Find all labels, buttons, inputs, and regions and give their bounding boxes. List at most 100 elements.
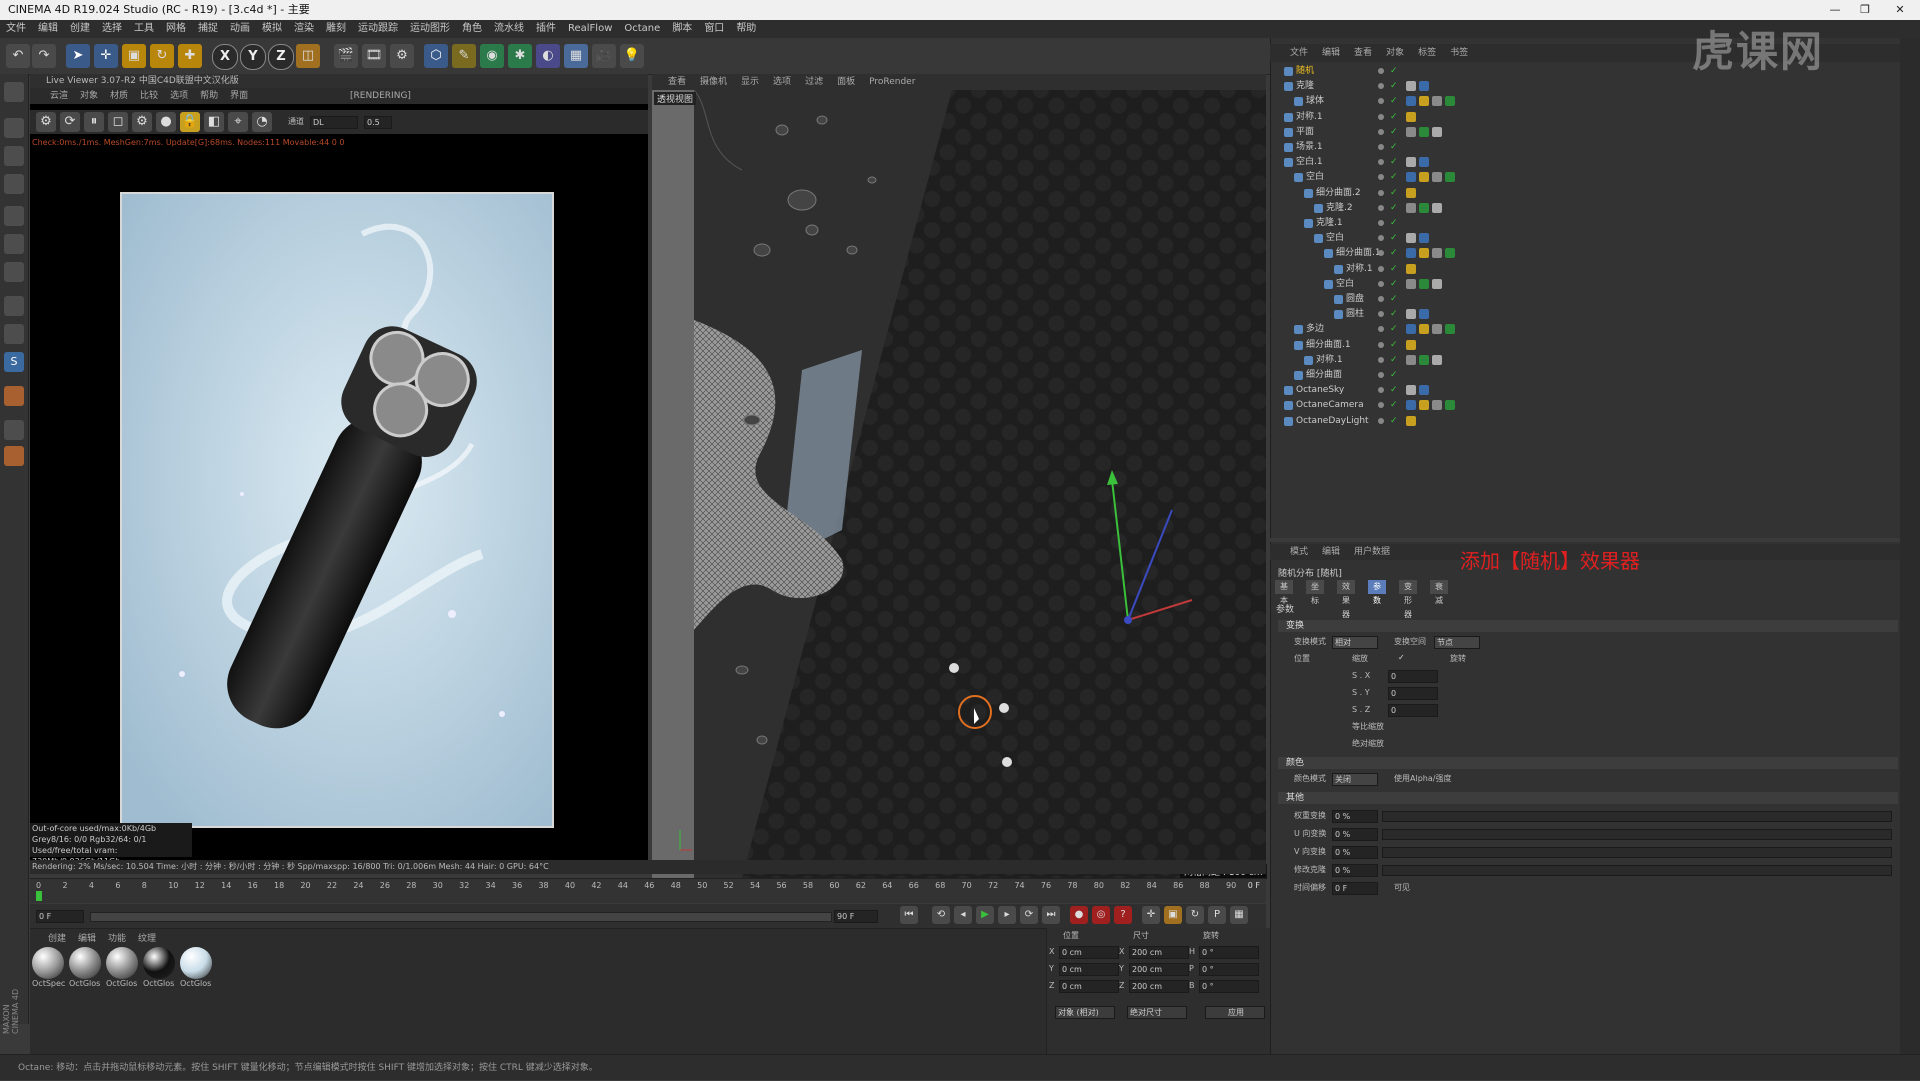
- enable-check-icon[interactable]: ✓: [1390, 398, 1398, 413]
- tweak-mode-icon[interactable]: [4, 324, 24, 344]
- attribute-tab[interactable]: 基本: [1275, 580, 1293, 605]
- channel-value-field[interactable]: 0.5: [364, 116, 392, 129]
- live-viewer-menu-item[interactable]: 选项: [170, 91, 188, 101]
- object-menu-item[interactable]: 书签: [1450, 48, 1468, 58]
- y-axis-lock-button[interactable]: Y: [240, 44, 266, 70]
- object-row[interactable]: 圆柱 ✓: [1272, 307, 1900, 322]
- menu-item[interactable]: 脚本: [672, 23, 692, 34]
- select-tool-icon[interactable]: ➤: [66, 44, 90, 68]
- enable-check-icon[interactable]: ✓: [1390, 338, 1398, 353]
- go-to-start-icon[interactable]: ⏮: [900, 906, 918, 924]
- menu-item[interactable]: 帮助: [736, 23, 756, 34]
- object-row[interactable]: 空白 ✓: [1272, 277, 1900, 292]
- lock-icon[interactable]: 🔒: [180, 112, 200, 132]
- render-view-icon[interactable]: 🎬: [334, 44, 358, 68]
- transform-mode-select[interactable]: 相对: [1332, 636, 1378, 649]
- channel-select[interactable]: DL: [310, 116, 358, 129]
- render-to-picture-viewer-icon[interactable]: 🎞: [362, 44, 386, 68]
- v-transform-slider[interactable]: [1382, 847, 1892, 858]
- object-row[interactable]: 空白 ✓: [1272, 170, 1900, 185]
- visibility-toggle-icon[interactable]: [1378, 128, 1384, 135]
- menu-item[interactable]: 运动图形: [410, 23, 450, 34]
- viewport-menu-item[interactable]: 面板: [837, 77, 855, 87]
- menu-item[interactable]: 插件: [536, 23, 556, 34]
- object-tag-icon[interactable]: [1406, 354, 1416, 365]
- u-transform-slider[interactable]: [1382, 829, 1892, 840]
- menu-item[interactable]: 编辑: [38, 23, 58, 34]
- menu-item[interactable]: 选择: [102, 23, 122, 34]
- pla-key-icon[interactable]: ▦: [1230, 906, 1248, 924]
- sx-field[interactable]: 0: [1388, 670, 1438, 683]
- attribute-menu-item[interactable]: 模式: [1290, 547, 1308, 557]
- sculpt-icon[interactable]: [4, 386, 24, 406]
- object-tag-icon[interactable]: [1406, 309, 1416, 320]
- enable-check-icon[interactable]: ✓: [1390, 307, 1398, 322]
- timeline-ruler[interactable]: 0 2 4 6 8 10 12 14 16 18 20 22 24 26 28 30 32 34 36 38 40 42 4…: [30, 878, 1266, 903]
- coordinate-system-icon[interactable]: ◫: [296, 44, 320, 68]
- transform-space-select[interactable]: 节点: [1434, 636, 1480, 649]
- live-viewer-menu-item[interactable]: 材质: [110, 91, 128, 101]
- cube-icon[interactable]: ⬡: [424, 44, 448, 68]
- visibility-toggle-icon[interactable]: [1378, 204, 1384, 211]
- menu-item[interactable]: 工具: [134, 23, 154, 34]
- object-tag-icon[interactable]: [1419, 96, 1429, 107]
- object-tag-icon[interactable]: [1406, 81, 1416, 92]
- visibility-toggle-icon[interactable]: [1378, 68, 1384, 74]
- model-mode-icon[interactable]: [4, 118, 24, 138]
- object-tag-icon[interactable]: [1419, 278, 1429, 289]
- scale-tool-icon[interactable]: ▣: [122, 44, 146, 68]
- object-menu-item[interactable]: 对象: [1386, 48, 1404, 58]
- object-row[interactable]: 细分曲面.1 ✓: [1272, 338, 1900, 353]
- attribute-menu-item[interactable]: 编辑: [1322, 547, 1340, 557]
- coord-size-field[interactable]: 200 cm: [1129, 963, 1189, 976]
- menu-item[interactable]: 运动跟踪: [358, 23, 398, 34]
- live-viewer-menu-item[interactable]: 界面: [230, 91, 248, 101]
- object-tag-icon[interactable]: [1406, 415, 1416, 426]
- color-section[interactable]: 颜色: [1278, 757, 1898, 769]
- object-tag-icon[interactable]: [1445, 248, 1455, 259]
- make-editable-icon[interactable]: [4, 82, 24, 102]
- menu-item[interactable]: 动画: [230, 23, 250, 34]
- object-tag-icon[interactable]: [1406, 385, 1416, 396]
- object-tag-icon[interactable]: [1432, 354, 1442, 365]
- object-tag-icon[interactable]: [1445, 172, 1455, 183]
- visibility-toggle-icon[interactable]: [1378, 159, 1384, 166]
- object-row[interactable]: 空白 ✓: [1272, 231, 1900, 246]
- object-menu-item[interactable]: 文件: [1290, 48, 1308, 58]
- viewport-menu-item[interactable]: 选项: [773, 77, 791, 87]
- coord-size-field[interactable]: 200 cm: [1129, 946, 1189, 959]
- object-tag-icon[interactable]: [1445, 400, 1455, 411]
- live-viewer-menu-item[interactable]: 帮助: [200, 91, 218, 101]
- object-tag-icon[interactable]: [1419, 309, 1429, 320]
- visibility-toggle-icon[interactable]: [1378, 417, 1384, 424]
- coord-position-field[interactable]: 0 cm: [1059, 946, 1119, 959]
- object-row[interactable]: 圆盘 ✓: [1272, 292, 1900, 307]
- object-tag-icon[interactable]: [1406, 278, 1416, 289]
- object-tag-icon[interactable]: [1406, 263, 1416, 274]
- object-tag-icon[interactable]: [1432, 400, 1442, 411]
- subdivision-icon[interactable]: ◉: [480, 44, 504, 68]
- settings-gear-icon[interactable]: ⚙: [36, 112, 56, 132]
- enable-check-icon[interactable]: ✓: [1390, 292, 1398, 307]
- points-mode-icon[interactable]: [4, 206, 24, 226]
- object-row[interactable]: OctaneSky ✓: [1272, 383, 1900, 398]
- material-ball-icon[interactable]: ●: [156, 112, 176, 132]
- enable-check-icon[interactable]: ✓: [1390, 155, 1398, 170]
- object-tag-icon[interactable]: [1419, 202, 1429, 213]
- time-offset-field[interactable]: 0 F: [1332, 882, 1378, 895]
- object-tag-icon[interactable]: [1419, 385, 1429, 396]
- autokey-icon[interactable]: ◎: [1092, 906, 1110, 924]
- object-row[interactable]: 对称.1 ✓: [1272, 110, 1900, 125]
- end-frame-field[interactable]: 90 F: [834, 910, 878, 923]
- object-tag-icon[interactable]: [1406, 248, 1416, 259]
- coordinate-mode-select[interactable]: 对象 (相对): [1055, 1006, 1115, 1019]
- visibility-toggle-icon[interactable]: [1378, 311, 1384, 318]
- attribute-tab[interactable]: 参数: [1368, 580, 1386, 605]
- workplane-icon[interactable]: [4, 174, 24, 194]
- enable-check-icon[interactable]: ✓: [1390, 216, 1398, 231]
- enable-check-icon[interactable]: ✓: [1390, 414, 1398, 429]
- object-row[interactable]: 细分曲面 ✓: [1272, 368, 1900, 383]
- position-key-icon[interactable]: ✛: [1142, 906, 1160, 924]
- visibility-toggle-icon[interactable]: [1378, 220, 1384, 226]
- apply-button[interactable]: 应用: [1205, 1006, 1265, 1019]
